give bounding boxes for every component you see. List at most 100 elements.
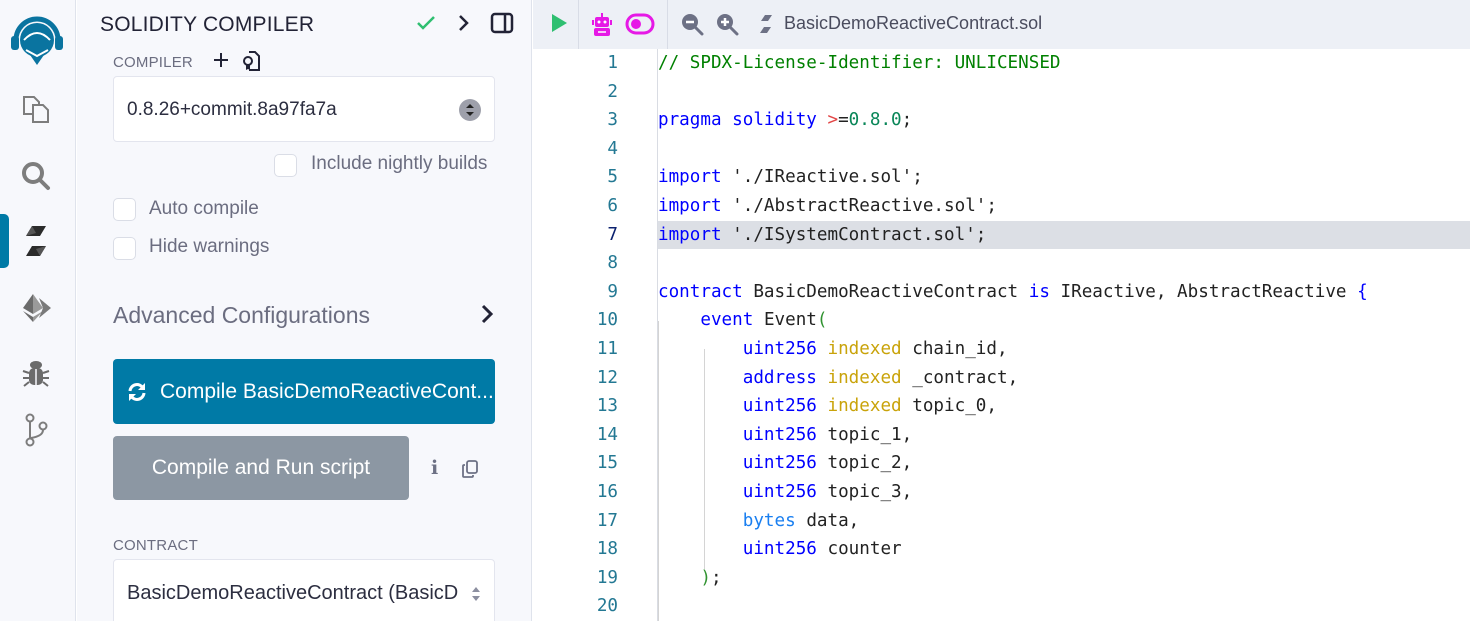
auto-compile-checkbox[interactable] bbox=[113, 198, 136, 221]
code-token: ; bbox=[986, 196, 997, 216]
contract-select[interactable]: BasicDemoReactiveContract (BasicD bbox=[113, 559, 495, 621]
code-text: import './IReactive.sol'; bbox=[658, 163, 923, 192]
hide-warnings-label: Hide warnings bbox=[149, 236, 270, 257]
code-line: 9 contract BasicDemoReactiveContract is I… bbox=[533, 278, 1470, 307]
code-token: './AbstractReactive.sol' bbox=[732, 196, 987, 216]
code-token: ; bbox=[912, 167, 923, 188]
deploy-run-icon[interactable] bbox=[18, 290, 54, 326]
compile-and-run-script-button[interactable]: Compile and Run script bbox=[113, 436, 409, 500]
line-number: 7 bbox=[607, 224, 618, 245]
code-line: 6 import './AbstractReactive.sol'; bbox=[533, 192, 1470, 221]
code-token: import bbox=[658, 224, 722, 245]
code-text: import './AbstractReactive.sol'; bbox=[658, 192, 997, 221]
code-token: BasicDemoReactiveContract bbox=[753, 281, 1019, 302]
code-token: // SPDX-License-Identifier: UNLICENSED bbox=[658, 53, 1061, 73]
zoom-out-icon[interactable] bbox=[680, 12, 704, 36]
code-token: 0.8.0 bbox=[848, 110, 902, 131]
line-number: 8 bbox=[607, 253, 618, 274]
add-compiler-icon[interactable] bbox=[212, 51, 230, 74]
code-token: uint256 bbox=[742, 424, 817, 445]
code-editor: BasicDemoReactiveContract.sol 1 // SPDX-L… bbox=[533, 0, 1470, 621]
line-number: 17 bbox=[596, 510, 618, 531]
code-token: _contract, bbox=[912, 367, 1019, 388]
editor-toolbar: BasicDemoReactiveContract.sol bbox=[533, 0, 1470, 49]
code-line: 2 bbox=[533, 78, 1470, 107]
line-number: 14 bbox=[596, 424, 618, 445]
code-line: 19 ); bbox=[533, 564, 1470, 593]
contract-label: CONTRACT bbox=[113, 537, 198, 554]
code-text: event Event( bbox=[658, 306, 828, 335]
code-line: 1 // SPDX-License-Identifier: UNLICENSED bbox=[533, 49, 1470, 78]
search-icon[interactable] bbox=[18, 158, 54, 194]
code-token: { bbox=[1357, 281, 1368, 302]
hide-warnings-checkbox[interactable] bbox=[113, 237, 136, 260]
code-line: 20 bbox=[533, 592, 1470, 621]
line-number: 9 bbox=[607, 281, 618, 302]
code-token: uint256 bbox=[742, 396, 817, 417]
code-line: 4 bbox=[533, 135, 1470, 164]
code-token: ; bbox=[901, 110, 913, 131]
code-text: uint256 indexed chain_id, bbox=[658, 335, 1008, 364]
code-text: pragma solidity >=0.8.0; bbox=[658, 106, 912, 135]
select-arrows-icon bbox=[459, 99, 481, 121]
code-token: ; bbox=[710, 567, 722, 588]
code-token: uint256 bbox=[742, 482, 817, 502]
include-nightly-checkbox[interactable] bbox=[274, 154, 297, 177]
code-text: uint256 topic_1, bbox=[658, 421, 913, 450]
solidity-file-icon bbox=[759, 14, 773, 34]
line-number: 5 bbox=[607, 167, 618, 188]
code-text: address indexed _contract, bbox=[658, 364, 1018, 393]
code-token: event bbox=[700, 310, 754, 331]
code-line: 14 uint256 topic_1, bbox=[533, 421, 1470, 450]
code-line: 13 uint256 indexed topic_0, bbox=[533, 392, 1470, 421]
line-number: 10 bbox=[596, 310, 618, 331]
debugger-icon[interactable] bbox=[18, 355, 54, 391]
code-token: topic_2, bbox=[827, 453, 913, 474]
solidity-compiler-icon[interactable] bbox=[18, 223, 54, 259]
code-line: 17 bytes data, bbox=[533, 507, 1470, 536]
code-token: = bbox=[838, 110, 849, 131]
line-number: 16 bbox=[596, 482, 618, 502]
toggle-panel-icon[interactable] bbox=[483, 12, 521, 34]
panel-title: SOLIDITY COMPILER bbox=[100, 13, 315, 36]
chevron-right-icon[interactable] bbox=[480, 303, 494, 330]
code-area[interactable]: 1// SPDX-License-Identifier: UNLICENSED … bbox=[533, 49, 1470, 621]
code-token: uint256 bbox=[742, 453, 817, 474]
copy-icon[interactable] bbox=[461, 459, 479, 484]
advanced-configurations-toggle[interactable]: Advanced Configurations bbox=[113, 302, 370, 329]
code-line: 3 pragma solidity >=0.8.0; bbox=[533, 106, 1470, 135]
code-token: pragma solidity bbox=[658, 110, 817, 131]
compiler-file-icon[interactable] bbox=[241, 50, 261, 77]
code-token: topic_3, bbox=[827, 482, 913, 502]
zoom-in-icon[interactable] bbox=[715, 12, 739, 36]
line-number: 4 bbox=[607, 138, 618, 159]
icon-panel bbox=[0, 0, 76, 621]
info-icon[interactable]: i bbox=[431, 457, 438, 479]
file-explorer-icon[interactable] bbox=[18, 91, 54, 127]
code-token: > bbox=[827, 110, 839, 131]
chevron-right-icon[interactable] bbox=[445, 14, 483, 32]
code-token: counter bbox=[827, 539, 902, 560]
code-text: uint256 topic_2, bbox=[658, 449, 913, 478]
compile-button[interactable]: Compile BasicDemoReactiveCont... bbox=[113, 359, 495, 424]
code-token: ( bbox=[816, 310, 828, 331]
code-token: indexed bbox=[827, 396, 902, 417]
code-line: 8 bbox=[533, 249, 1470, 278]
code-line: 18 uint256 counter bbox=[533, 535, 1470, 564]
run-script-icon[interactable] bbox=[550, 13, 568, 33]
select-arrows-icon bbox=[470, 583, 482, 610]
editor-tab-filename[interactable]: BasicDemoReactiveContract.sol bbox=[784, 13, 1042, 34]
code-text: ); bbox=[658, 564, 722, 593]
line-number: 18 bbox=[596, 539, 618, 560]
ai-toggle-switch[interactable] bbox=[625, 13, 655, 35]
code-token: data, bbox=[806, 510, 860, 531]
remix-logo-icon[interactable] bbox=[8, 10, 66, 66]
compile-button-label: Compile BasicDemoReactiveCont... bbox=[160, 379, 494, 403]
git-icon[interactable] bbox=[18, 412, 54, 448]
code-line: 11 uint256 indexed chain_id, bbox=[533, 335, 1470, 364]
code-token: Event bbox=[763, 310, 817, 331]
compiler-version-select[interactable]: 0.8.26+commit.8a97fa7a bbox=[113, 76, 495, 142]
code-token: IReactive, AbstractReactive bbox=[1060, 281, 1347, 302]
ai-assistant-icon[interactable] bbox=[591, 12, 613, 38]
code-line: 15 uint256 topic_2, bbox=[533, 449, 1470, 478]
